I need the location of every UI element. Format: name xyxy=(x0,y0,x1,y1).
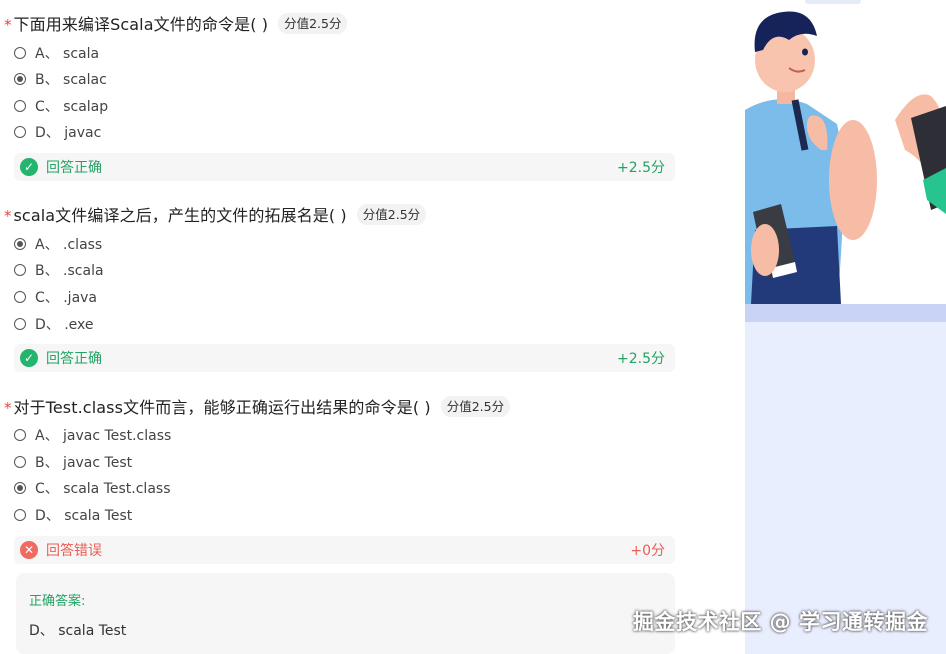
radio-button[interactable] xyxy=(14,509,26,521)
option-label: B、 .scala xyxy=(35,263,104,279)
option-c[interactable]: C、 .java xyxy=(14,287,97,307)
score-badge: 分值2.5分 xyxy=(278,12,348,34)
question-header: * 对于Test.class文件而言，能够正确运行出结果的命令是( ) 分值2.… xyxy=(4,393,511,419)
radio-button-selected[interactable] xyxy=(14,238,26,250)
result-bar: ✕ 回答错误 +0分 xyxy=(14,536,675,564)
option-label: A、 javac Test.class xyxy=(35,428,172,444)
result-label: 回答正确 xyxy=(46,351,102,367)
option-label: B、 scalac xyxy=(35,72,107,88)
option-label: D、 javac xyxy=(35,125,102,141)
option-b[interactable]: B、 scalac xyxy=(14,69,107,89)
result-label: 回答正确 xyxy=(46,160,102,176)
option-c[interactable]: C、 scalap xyxy=(14,96,108,116)
option-b[interactable]: B、 .scala xyxy=(14,260,104,280)
radio-button[interactable] xyxy=(14,126,26,138)
option-d[interactable]: D、 .exe xyxy=(14,314,94,334)
option-label: B、 javac Test xyxy=(35,455,133,471)
option-b[interactable]: B、 javac Test xyxy=(14,452,132,472)
required-mark: * xyxy=(4,399,12,417)
option-a[interactable]: A、 javac Test.class xyxy=(14,425,171,445)
result-score: +0分 xyxy=(630,543,665,559)
result-score: +2.5分 xyxy=(617,351,665,367)
result-label: 回答错误 xyxy=(46,543,102,559)
question-title: 对于Test.class文件而言，能够正确运行出结果的命令是( ) xyxy=(13,398,431,417)
correct-answer-label: 正确答案: xyxy=(29,594,86,609)
quiz-panel: * 下面用来编译Scala文件的命令是( ) 分值2.5分 A、 scala B… xyxy=(0,0,745,654)
score-badge: 分值2.5分 xyxy=(356,203,427,225)
result-bar: ✓ 回答正确 +2.5分 xyxy=(14,153,675,181)
illustration-band xyxy=(745,304,946,322)
option-d[interactable]: D、 javac xyxy=(14,122,101,142)
question-header: * scala文件编译之后，产生的文件的拓展名是( ) 分值2.5分 xyxy=(4,201,427,227)
students-illustration xyxy=(745,0,946,304)
radio-button[interactable] xyxy=(14,456,26,468)
students-illustration-art xyxy=(745,0,946,304)
option-label: C、 scala Test.class xyxy=(35,481,171,497)
option-a[interactable]: A、 scala xyxy=(14,43,99,63)
score-badge: 分值2.5分 xyxy=(440,395,511,417)
radio-button[interactable] xyxy=(14,318,26,330)
question-title: 下面用来编译Scala文件的命令是( ) xyxy=(13,15,269,34)
option-d[interactable]: D、 scala Test xyxy=(14,505,132,525)
option-c[interactable]: C、 scala Test.class xyxy=(14,478,171,498)
option-label: A、 scala xyxy=(35,46,100,62)
option-label: D、 .exe xyxy=(35,317,94,333)
required-mark: * xyxy=(4,207,12,225)
radio-button[interactable] xyxy=(14,264,26,276)
option-label: C、 scalap xyxy=(35,99,109,115)
result-bar: ✓ 回答正确 +2.5分 xyxy=(14,344,675,372)
option-label: C、 .java xyxy=(35,290,98,306)
result-score: +2.5分 xyxy=(617,160,665,176)
check-circle-icon: ✓ xyxy=(20,158,38,176)
radio-button-selected[interactable] xyxy=(14,482,26,494)
watermark: 掘金技术社区 @ 学习通转掘金 xyxy=(632,610,928,634)
x-circle-icon: ✕ xyxy=(20,541,38,559)
option-label: D、 scala Test xyxy=(35,508,133,524)
radio-button[interactable] xyxy=(14,47,26,59)
radio-button[interactable] xyxy=(14,100,26,112)
radio-button-selected[interactable] xyxy=(14,73,26,85)
option-label: A、 .class xyxy=(35,237,103,253)
correct-answer-text: D、 scala Test xyxy=(29,623,127,639)
correct-answer-box: 正确答案: D、 scala Test xyxy=(16,573,675,654)
radio-button[interactable] xyxy=(14,291,26,303)
required-mark: * xyxy=(4,16,12,34)
question-title: scala文件编译之后，产生的文件的拓展名是( ) xyxy=(13,206,347,225)
side-illustration-panel xyxy=(745,0,946,654)
question-header: * 下面用来编译Scala文件的命令是( ) 分值2.5分 xyxy=(4,10,348,36)
option-a[interactable]: A、 .class xyxy=(14,234,102,254)
check-circle-icon: ✓ xyxy=(20,349,38,367)
radio-button[interactable] xyxy=(14,429,26,441)
